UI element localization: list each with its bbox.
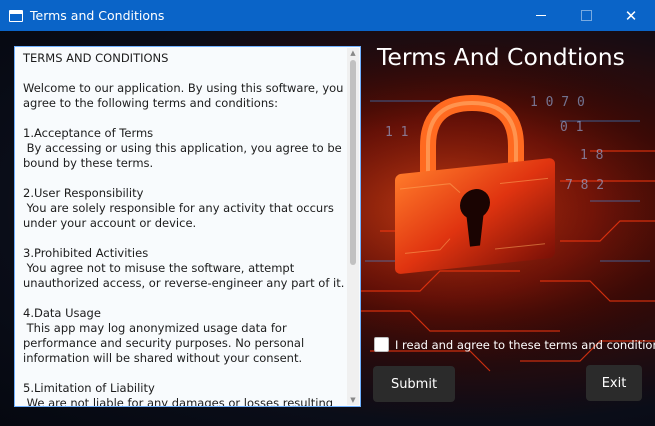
scroll-up-arrow-icon[interactable]: ▲ bbox=[347, 48, 359, 58]
submit-button[interactable]: Submit bbox=[373, 366, 455, 402]
window-client-area: 1 0 7 0 0 1 1 8 7 8 2 1 1 TERMS AND COND… bbox=[0, 31, 655, 426]
svg-text:7 8 2: 7 8 2 bbox=[565, 178, 604, 193]
close-button[interactable]: ✕ bbox=[608, 0, 654, 31]
terms-textarea[interactable]: TERMS AND CONDITIONS Welcome to our appl… bbox=[14, 46, 361, 407]
terms-window: Terms and Conditions ✕ 1 0 7 0 0 1 1 8 7… bbox=[0, 0, 655, 426]
svg-text:1 8: 1 8 bbox=[580, 148, 603, 163]
scroll-down-arrow-icon[interactable]: ▼ bbox=[347, 395, 359, 405]
maximize-button[interactable] bbox=[563, 0, 609, 31]
page-heading: Terms And Condtions bbox=[377, 43, 625, 71]
svg-text:1 0 7 0: 1 0 7 0 bbox=[530, 95, 585, 110]
agree-label[interactable]: I read and agree to these terms and cond… bbox=[395, 338, 655, 352]
terms-scrollbar[interactable]: ▲ ▼ bbox=[347, 48, 359, 405]
terms-section-4: 4.Data Usage This app may log anonymized… bbox=[23, 306, 305, 365]
agree-checkbox[interactable] bbox=[374, 337, 389, 352]
agree-row[interactable]: I read and agree to these terms and cond… bbox=[374, 337, 655, 352]
svg-text:1 1: 1 1 bbox=[385, 125, 408, 140]
terms-section-2: 2.User Responsibility You are solely res… bbox=[23, 186, 334, 230]
terms-section-3: 3.Prohibited Activities You agree not to… bbox=[23, 246, 345, 290]
terms-text: TERMS AND CONDITIONS Welcome to our appl… bbox=[23, 51, 349, 407]
minimize-button[interactable] bbox=[518, 0, 564, 31]
terms-intro: Welcome to our application. By using thi… bbox=[23, 81, 348, 110]
minimize-icon bbox=[536, 15, 546, 16]
maximize-icon bbox=[580, 10, 592, 21]
window-app-icon bbox=[9, 9, 23, 22]
window-title: Terms and Conditions bbox=[30, 8, 165, 23]
terms-title: TERMS AND CONDITIONS bbox=[23, 51, 169, 65]
terms-section-5: 5.Limitation of Liability We are not lia… bbox=[23, 381, 334, 407]
svg-text:0 1: 0 1 bbox=[560, 120, 583, 135]
scroll-thumb[interactable] bbox=[350, 60, 356, 265]
terms-section-1: 1.Acceptance of Terms By accessing or us… bbox=[23, 126, 342, 170]
exit-button[interactable]: Exit bbox=[586, 365, 642, 401]
title-bar[interactable]: Terms and Conditions ✕ bbox=[0, 0, 655, 31]
close-icon: ✕ bbox=[624, 6, 638, 25]
